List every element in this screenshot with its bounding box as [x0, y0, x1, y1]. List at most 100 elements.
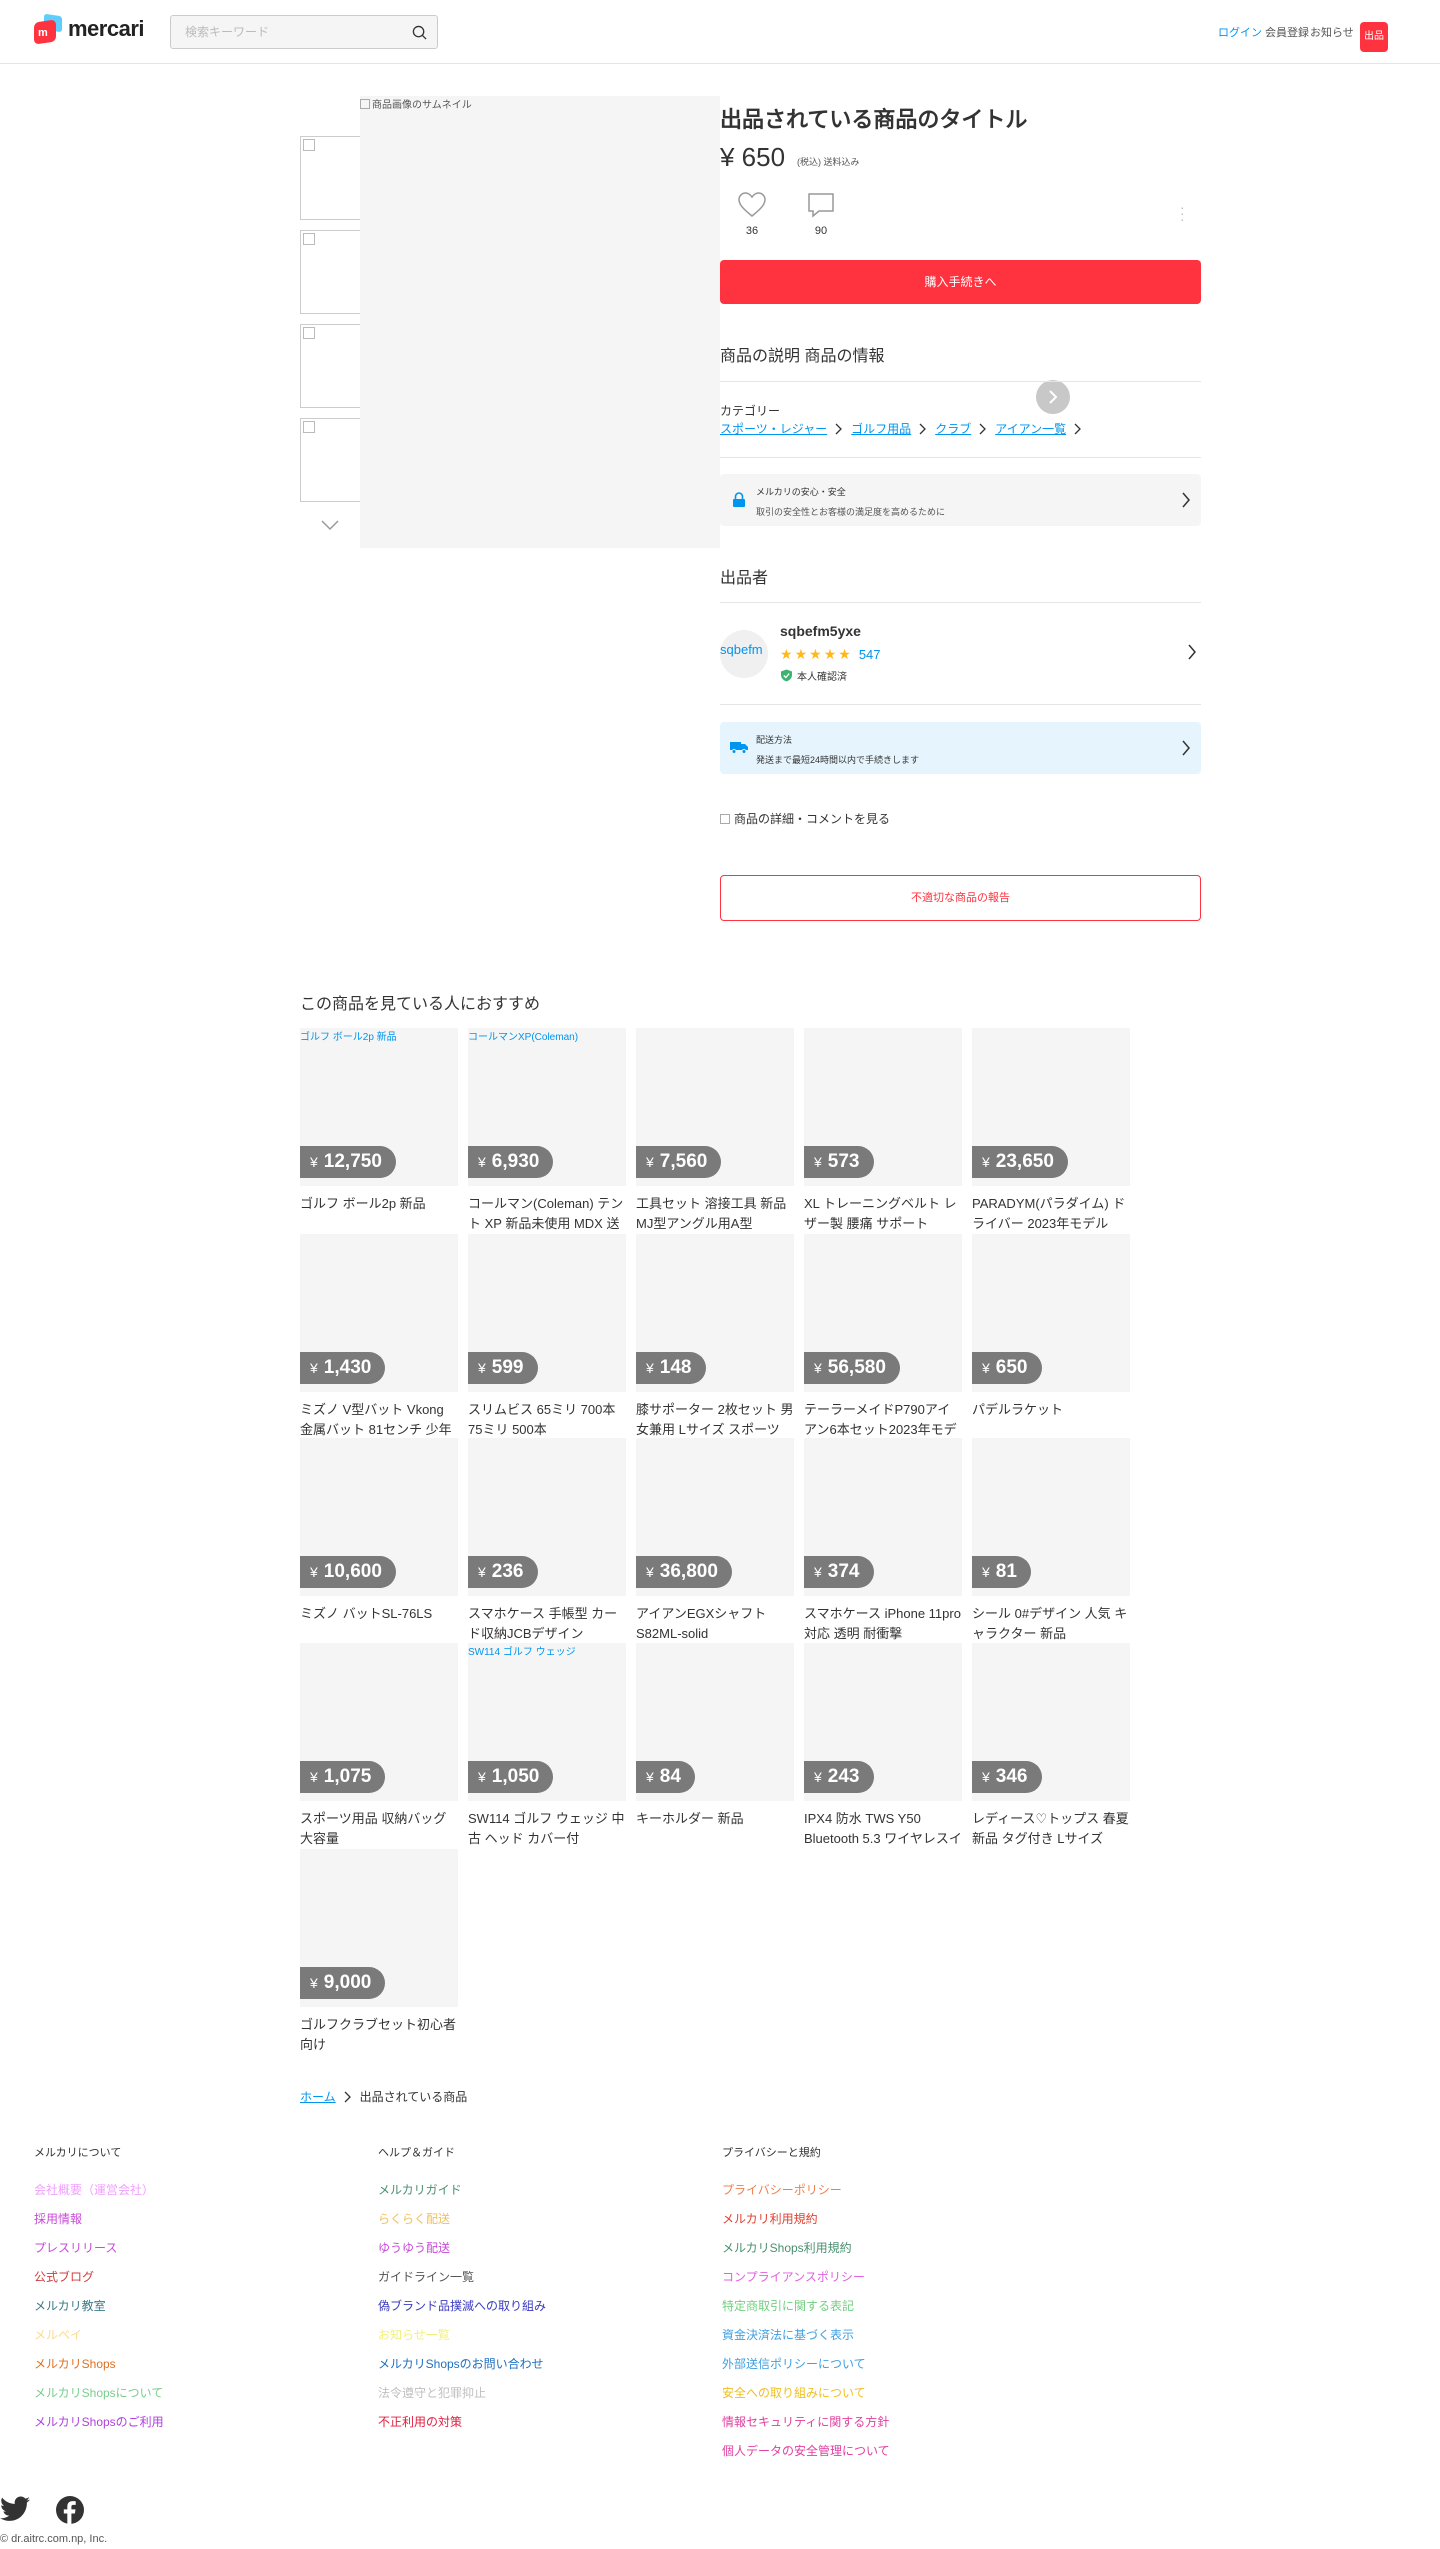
- footer-link[interactable]: 会社概要（運営会社）: [34, 2180, 164, 2209]
- footer-link[interactable]: コンプライアンスポリシー: [722, 2267, 890, 2296]
- facebook-icon[interactable]: [56, 2496, 84, 2524]
- related-item-card[interactable]: ¥7,560 工具セット 溶接工具 新品 MJ型アングル用A型: [636, 1028, 794, 1234]
- item-title: 出品されている商品のタイトル: [720, 107, 1028, 132]
- nav-login[interactable]: ログイン: [1218, 24, 1262, 40]
- breadcrumb-home[interactable]: ホーム: [300, 2088, 336, 2105]
- breadcrumb-link[interactable]: アイアン一覧: [995, 420, 1066, 437]
- footer-link[interactable]: メルカリShops: [34, 2354, 164, 2383]
- related-item-card[interactable]: ¥1,430 ミズノ V型バット Vkong 金属バット 81センチ 少年: [300, 1234, 458, 1440]
- nav-notifications[interactable]: お知らせ: [1310, 24, 1354, 40]
- related-item-card[interactable]: ¥599 スリムビス 65ミリ 700本 75ミリ 500本: [468, 1234, 626, 1440]
- footer-link[interactable]: メルカリShopsのお問い合わせ: [378, 2354, 546, 2383]
- price-tag: ¥1,075: [300, 1761, 386, 1793]
- footer-link[interactable]: 不正利用の対策: [378, 2412, 546, 2441]
- next-image-button[interactable]: [1036, 380, 1070, 414]
- related-item-card[interactable]: SW114 ゴルフ ウェッジ ¥1,050 SW114 ゴルフ ウェッジ 中古 ヘッ…: [468, 1643, 626, 1849]
- footer-link[interactable]: 情報セキュリティに関する方針: [722, 2412, 890, 2441]
- item-name: IPX4 防水 TWS Y50 Bluetooth 5.3 ワイヤレスイヤホン: [804, 1811, 962, 1846]
- search-bar[interactable]: [170, 15, 438, 49]
- footer-link[interactable]: らくらく配送: [378, 2209, 546, 2238]
- search-icon[interactable]: [412, 25, 427, 40]
- price-tag: ¥650: [972, 1352, 1042, 1384]
- price-tag: ¥9,000: [300, 1967, 386, 1999]
- safety-text: 取引の安全性とお客様の満足度を高めるために: [756, 507, 946, 517]
- footer-link[interactable]: お知らせ一覧: [378, 2325, 546, 2354]
- related-item-card[interactable]: ¥56,580 テーラーメイドP790アイアン6本セット2023年モデル: [804, 1234, 962, 1440]
- footer-link[interactable]: 資金決済法に基づく表示: [722, 2325, 890, 2354]
- footer-link[interactable]: 法令遵守と犯罪抑止: [378, 2383, 546, 2412]
- buy-button[interactable]: 購入手続きへ: [720, 260, 1201, 304]
- related-item-card[interactable]: ¥10,600 ミズノ バットSL-76LS: [300, 1438, 458, 1644]
- like-button[interactable]: 36: [732, 192, 772, 237]
- related-item-card[interactable]: ¥236 スマホケース 手帳型 カード収納JCBデザイン: [468, 1438, 626, 1644]
- footer-link[interactable]: 偽ブランド品撲滅への取り組み: [378, 2296, 546, 2325]
- related-item-card[interactable]: ¥346 レディース♡トップス 春夏 新品 タグ付き Lサイズ: [972, 1643, 1130, 1849]
- related-item-card[interactable]: ¥36,800 アイアンEGXシャフトS82ML-solid: [636, 1438, 794, 1644]
- breadcrumb-link[interactable]: クラブ: [935, 420, 971, 437]
- chevron-down-icon[interactable]: [320, 518, 340, 532]
- report-button[interactable]: 不適切な商品の報告: [720, 875, 1201, 921]
- related-item-card[interactable]: ¥374 スマホケース iPhone 11pro 対応 透明 耐衝撃: [804, 1438, 962, 1644]
- price-tag: ¥374: [804, 1556, 874, 1588]
- item-thumbnail: コールマンXP(Coleman) ¥6,930: [468, 1028, 626, 1186]
- thumbnail[interactable]: [300, 418, 362, 502]
- footer-link[interactable]: メルカリ利用規約: [722, 2209, 890, 2238]
- footer-link[interactable]: 個人データの安全管理について: [722, 2441, 890, 2470]
- related-item-card[interactable]: ¥650 パデルラケット: [972, 1234, 1130, 1440]
- related-item-card[interactable]: ¥23,650 PARADYM(パラダイム) ドライバー 2023年モデル VEN…: [972, 1028, 1130, 1234]
- sell-button[interactable]: 出品: [1360, 22, 1388, 52]
- more-options-icon[interactable]: · · ·: [1180, 200, 1186, 226]
- related-item-card[interactable]: ¥1,075 スポーツ用品 収納バッグ 大容量: [300, 1643, 458, 1849]
- breadcrumb-link[interactable]: スポーツ・レジャー: [720, 420, 827, 437]
- footer-link[interactable]: ゆうゆう配送: [378, 2238, 546, 2267]
- related-item-card[interactable]: ¥84 キーホルダー 新品: [636, 1643, 794, 1849]
- search-input[interactable]: [171, 16, 391, 48]
- footer-link[interactable]: メルカリガイド: [378, 2180, 546, 2209]
- footer-link[interactable]: メルカリ教室: [34, 2296, 164, 2325]
- image-alt-text: 商品画像のサムネイル: [360, 96, 472, 111]
- item-name: シール 0#デザイン 人気 キャラクター 新品: [972, 1606, 1128, 1641]
- footer-link[interactable]: プライバシーポリシー: [722, 2180, 890, 2209]
- shipping-title: 配送方法: [756, 735, 793, 745]
- footer-link[interactable]: メルカリShopsについて: [34, 2383, 164, 2412]
- thumbnail-list: [300, 136, 362, 512]
- related-item-card[interactable]: ゴルフ ボール2p 新品 ¥12,750 ゴルフ ボール2p 新品: [300, 1028, 458, 1234]
- item-meta-link[interactable]: 商品の詳細・コメントを見る: [720, 810, 890, 827]
- item-thumbnail: ゴルフ ボール2p 新品 ¥12,750: [300, 1028, 458, 1186]
- twitter-icon[interactable]: [0, 2496, 30, 2522]
- chevron-right-icon: [1182, 492, 1190, 508]
- footer-link[interactable]: 公式ブログ: [34, 2267, 164, 2296]
- thumbnail[interactable]: [300, 230, 362, 314]
- thumbnail[interactable]: [300, 324, 362, 408]
- thumbnail[interactable]: [300, 136, 362, 220]
- seller-card[interactable]: sqbefm sqbefm5yxe ★ ★ ★ ★ ★ 547 本人確認済: [720, 620, 1201, 690]
- related-item-card[interactable]: ¥148 膝サポーター 2枚セット 男女兼用 Lサイズ スポーツ: [636, 1234, 794, 1440]
- related-item-card[interactable]: ¥573 XL トレーニングベルト レザー製 腰痛 サポート: [804, 1028, 962, 1234]
- breadcrumb-link[interactable]: ゴルフ用品: [851, 420, 911, 437]
- footer-link[interactable]: メルカリShops利用規約: [722, 2238, 890, 2267]
- divider: [720, 704, 1201, 705]
- footer-link[interactable]: メルカリShopsのご利用: [34, 2412, 164, 2441]
- related-item-card[interactable]: ¥243 IPX4 防水 TWS Y50 Bluetooth 5.3 ワイヤレスイ…: [804, 1643, 962, 1849]
- footer-link[interactable]: プレスリリース: [34, 2238, 164, 2267]
- footer-link[interactable]: ガイドライン一覧: [378, 2267, 546, 2296]
- nav-signup[interactable]: 会員登録: [1265, 24, 1309, 40]
- footer-link[interactable]: メルペイ: [34, 2325, 164, 2354]
- star-icon: ★: [794, 646, 808, 662]
- related-item-card[interactable]: ¥81 シール 0#デザイン 人気 キャラクター 新品: [972, 1438, 1130, 1644]
- item-thumbnail: ¥243: [804, 1643, 962, 1801]
- footer-link[interactable]: 採用情報: [34, 2209, 164, 2238]
- mercari-logo[interactable]: m mercari: [34, 13, 145, 45]
- footer-link[interactable]: 安全への取り組みについて: [722, 2383, 890, 2412]
- footer-link[interactable]: 外部送信ポリシーについて: [722, 2354, 890, 2383]
- broken-image-icon: [360, 98, 370, 109]
- shipping-info-banner[interactable]: 配送方法 発送まで最短24時間以内で手続きします: [720, 722, 1201, 774]
- safety-info-banner[interactable]: メルカリの安心・安全 取引の安全性とお客様の満足度を高めるために: [720, 474, 1201, 526]
- breadcrumb-current: 出品されている商品: [359, 2090, 468, 2104]
- footer-link[interactable]: 特定商取引に関する表記: [722, 2296, 890, 2325]
- price-tag: ¥12,750: [300, 1146, 396, 1178]
- item-thumbnail: ¥10,600: [300, 1438, 458, 1596]
- comment-button[interactable]: 90: [801, 192, 841, 237]
- related-item-card[interactable]: コールマンXP(Coleman) ¥6,930 コールマン(Coleman) テント…: [468, 1028, 626, 1234]
- related-item-card[interactable]: ¥9,000 ゴルフクラブセット初心者向け: [300, 1849, 458, 2055]
